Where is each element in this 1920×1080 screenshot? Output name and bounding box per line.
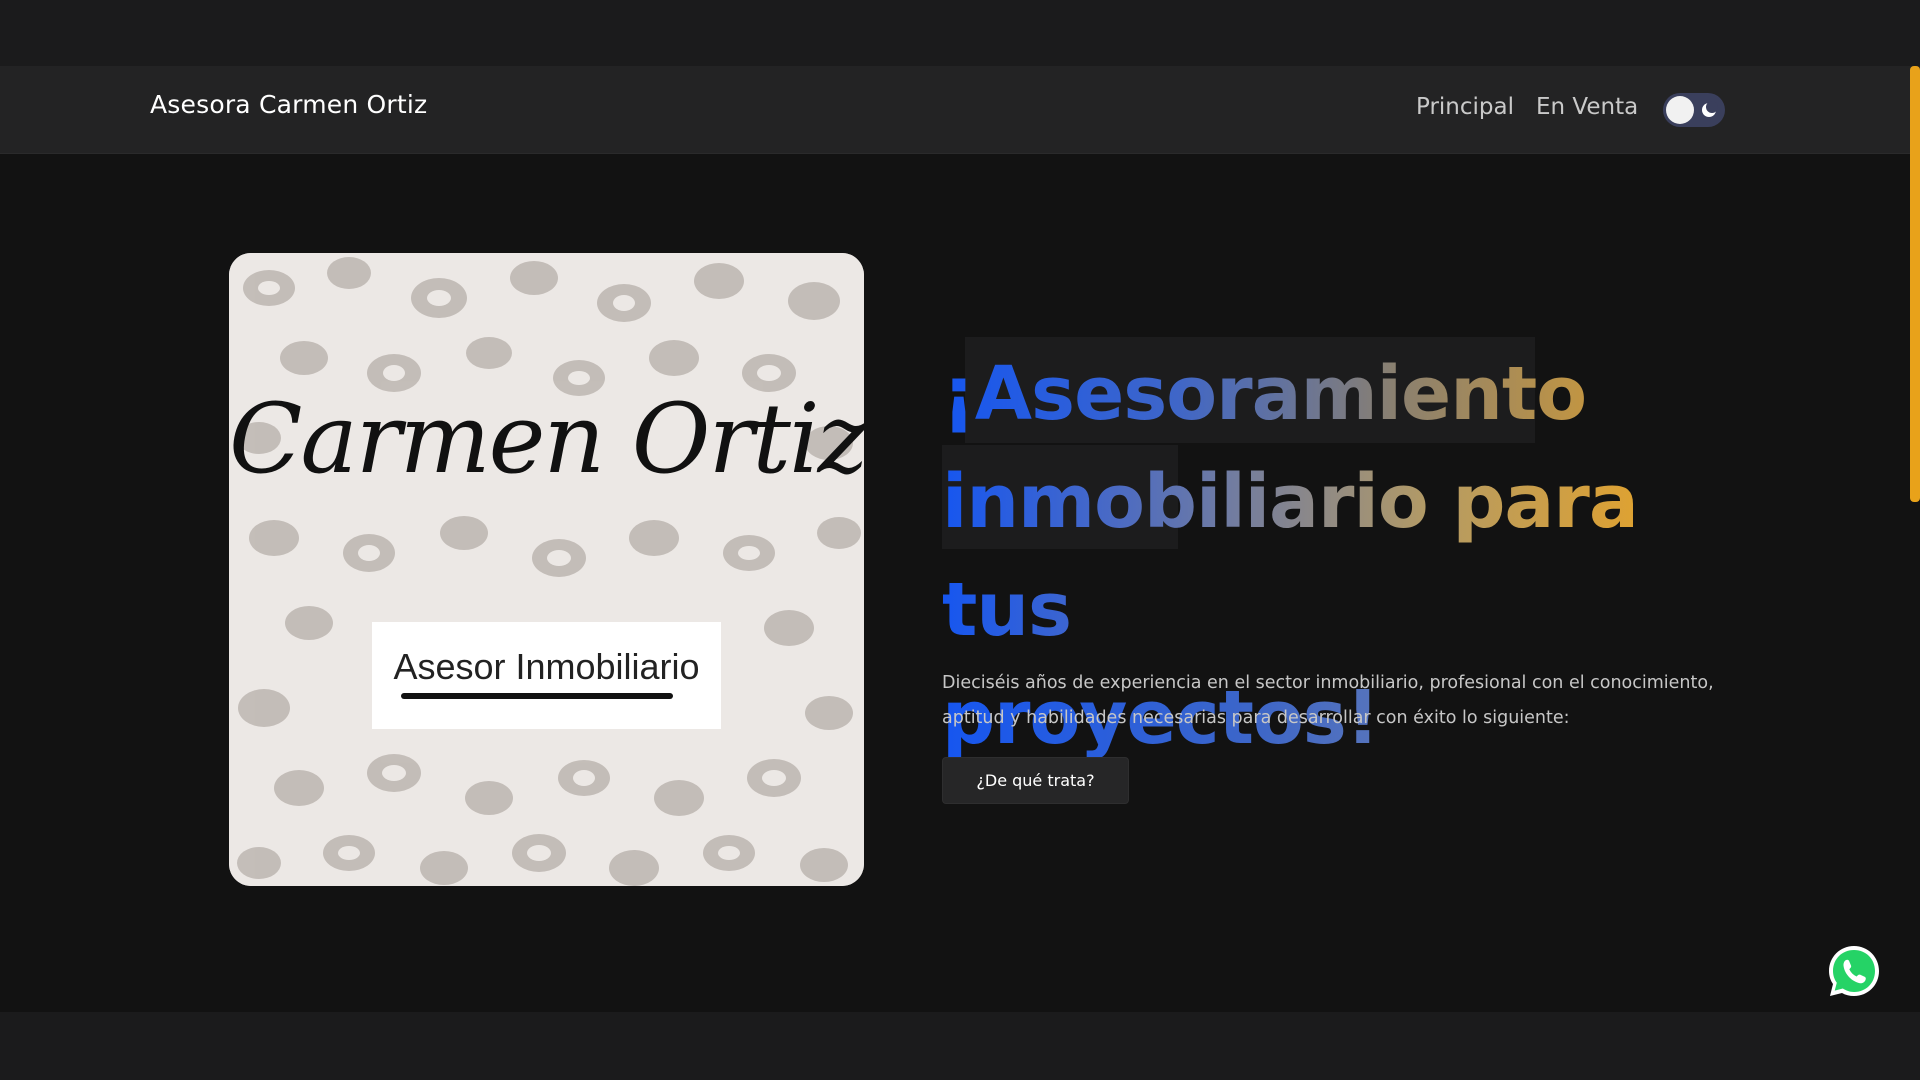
logo-image: Carmen Ortiz Asesor Inmobiliario — [229, 253, 864, 886]
theme-toggle[interactable] — [1663, 93, 1725, 127]
scrollbar-thumb[interactable] — [1910, 66, 1920, 502]
logo-subtitle: Asesor Inmobiliario — [393, 646, 700, 687]
nav-links: Principal En Venta — [1416, 94, 1638, 120]
leopard-pattern — [229, 253, 864, 886]
bottom-strip — [0, 1012, 1920, 1080]
logo-underline — [401, 693, 673, 699]
brand-name[interactable]: Asesora Carmen Ortiz — [150, 90, 427, 119]
top-strip — [0, 0, 1920, 66]
logo-subtitle-box: Asesor Inmobiliario — [372, 622, 721, 729]
whatsapp-icon[interactable] — [1825, 942, 1883, 1000]
logo-script-name: Carmen Ortiz — [229, 383, 864, 495]
nav-link-principal[interactable]: Principal — [1416, 94, 1514, 120]
headline-line-2: inmobiliario para tus — [942, 448, 1722, 664]
navbar: Asesora Carmen Ortiz Principal En Venta — [0, 66, 1920, 154]
toggle-knob — [1666, 96, 1694, 124]
about-button[interactable]: ¿De qué trata? — [942, 757, 1129, 804]
headline-line-1: ¡Asesoramiento — [942, 340, 1722, 448]
hero-description: Dieciséis años de experiencia en el sect… — [942, 673, 1714, 728]
nav-link-en-venta[interactable]: En Venta — [1536, 94, 1638, 120]
moon-icon — [1702, 101, 1718, 117]
